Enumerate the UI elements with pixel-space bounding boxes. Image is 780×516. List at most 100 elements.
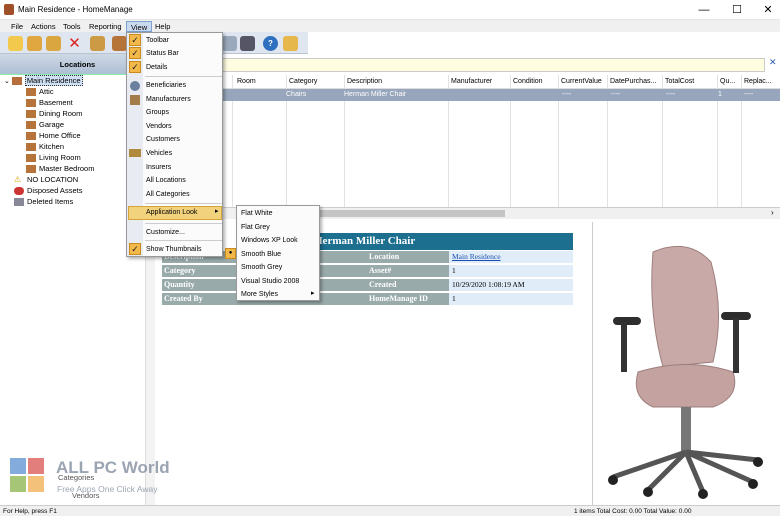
detail-title: Herman Miller Chair xyxy=(314,233,573,250)
title-bar: Main Residence - HomeManage — ☐ ✕ xyxy=(0,0,780,20)
view-all-categories[interactable]: All Categories xyxy=(146,188,222,201)
cell-date-purchased: ---- xyxy=(611,91,621,98)
factory-icon xyxy=(130,95,140,105)
check-icon: ✓ xyxy=(129,34,141,46)
view-groups[interactable]: Groups xyxy=(146,106,222,119)
menu-separator xyxy=(145,240,222,241)
column-date-purchased[interactable]: DatePurchas... xyxy=(610,78,656,85)
search-icon[interactable] xyxy=(46,36,61,51)
view-customers[interactable]: Customers xyxy=(146,133,222,146)
view-status-bar[interactable]: Status Bar xyxy=(146,47,222,60)
label-location: Location xyxy=(367,251,449,263)
cell-quantity: 1 xyxy=(718,91,722,98)
window-title: Main Residence - HomeManage xyxy=(18,5,133,14)
label-asset-number: Asset# xyxy=(367,265,449,277)
menu-file[interactable]: File xyxy=(7,21,27,32)
application-look-submenu: Flat White Flat Grey Windows XP Look ● S… xyxy=(225,205,320,301)
view-all-locations[interactable]: All Locations xyxy=(146,174,222,187)
menu-bar: File Actions Tools Reporting View Help xyxy=(0,20,780,32)
room-icon xyxy=(26,99,36,108)
room-icon xyxy=(26,121,36,130)
room-icon xyxy=(26,132,36,141)
minimize-button[interactable]: — xyxy=(690,2,718,18)
delete-icon[interactable]: ✕ xyxy=(67,36,82,51)
exit-icon[interactable] xyxy=(283,36,298,51)
view-vendors[interactable]: Vendors xyxy=(146,120,222,133)
view-manufacturers[interactable]: Manufacturers xyxy=(146,93,222,106)
column-current-value[interactable]: CurrentValue xyxy=(561,78,602,85)
help-icon[interactable]: ? xyxy=(263,36,278,51)
new-icon[interactable] xyxy=(8,36,23,51)
column-room[interactable]: Room xyxy=(237,78,256,85)
check-icon: ✓ xyxy=(129,61,141,73)
grid-header: Room Category Description Manufacturer C… xyxy=(155,75,780,89)
watermark: ALL PC World Free Apps One Click Away xyxy=(6,452,196,502)
watermark-logo-icon xyxy=(6,454,46,494)
room-icon xyxy=(26,154,36,163)
cell-current-value: ---- xyxy=(562,91,572,98)
maximize-button[interactable]: ☐ xyxy=(723,2,751,18)
disposed-icon xyxy=(14,187,24,196)
view-details[interactable]: Details xyxy=(146,61,222,74)
menu-view[interactable]: View xyxy=(126,21,153,32)
menu-reporting[interactable]: Reporting xyxy=(85,21,126,32)
look-more-styles[interactable]: More Styles xyxy=(241,288,278,301)
menu-tools[interactable]: Tools xyxy=(59,21,85,32)
view-beneficiaries[interactable]: Beneficiaries xyxy=(146,79,222,92)
filter-input[interactable] xyxy=(220,58,765,72)
look-smooth-blue[interactable]: Smooth Blue xyxy=(241,248,281,261)
watermark-tagline: Free Apps One Click Away xyxy=(57,484,158,494)
find-icon[interactable] xyxy=(27,36,42,51)
menu-help[interactable]: Help xyxy=(151,21,174,32)
view-show-thumbnails[interactable]: Show Thumbnails xyxy=(146,243,222,256)
column-quantity[interactable]: Qu... xyxy=(720,78,735,85)
cell-total-cost: ---- xyxy=(666,91,676,98)
view-menu: ✓ Toolbar ✓ Status Bar ✓ Details Benefic… xyxy=(126,32,223,257)
status-bar: For Help, press F1 1 items Total Cost: 0… xyxy=(0,505,780,516)
menu-actions[interactable]: Actions xyxy=(27,21,60,32)
column-replacement[interactable]: Replac... xyxy=(744,78,772,85)
look-windows-xp[interactable]: Windows XP Look xyxy=(241,234,298,247)
column-condition[interactable]: Condition xyxy=(513,78,543,85)
view-application-look[interactable]: Application Look xyxy=(146,206,222,219)
look-flat-white[interactable]: Flat White xyxy=(241,207,273,220)
room-icon xyxy=(26,165,36,174)
view-insurers[interactable]: Insurers xyxy=(146,161,222,174)
menu-separator xyxy=(145,203,222,204)
status-totals: 1 items Total Cost: 0.00 Total Value: 0.… xyxy=(574,508,692,515)
house-icon xyxy=(11,77,22,86)
table-icon[interactable] xyxy=(222,36,237,51)
warning-icon: ⚠ xyxy=(14,175,22,185)
close-button[interactable]: ✕ xyxy=(754,2,780,18)
view-toolbar[interactable]: Toolbar xyxy=(146,34,222,47)
radio-selected-icon: ● xyxy=(225,248,236,259)
check-icon: ✓ xyxy=(129,47,141,59)
chair-image xyxy=(593,230,780,505)
status-help-text: For Help, press F1 xyxy=(3,508,57,515)
box-icon[interactable] xyxy=(112,36,127,51)
scroll-right-icon[interactable]: › xyxy=(771,208,774,217)
look-visual-studio-2008[interactable]: Visual Studio 2008 xyxy=(241,275,299,288)
label-homemanage-id: HomeManage ID xyxy=(367,293,449,305)
look-flat-grey[interactable]: Flat Grey xyxy=(241,221,270,234)
camera-icon[interactable] xyxy=(240,36,255,51)
look-smooth-grey[interactable]: Smooth Grey xyxy=(241,261,282,274)
value-homemanage-id: 1 xyxy=(449,293,573,305)
clear-filter-icon[interactable]: ✕ xyxy=(769,57,777,68)
room-icon xyxy=(26,88,36,97)
user-icon[interactable] xyxy=(90,36,105,51)
view-vehicles[interactable]: Vehicles xyxy=(146,147,222,160)
value-location-link[interactable]: Main Residence xyxy=(449,251,573,263)
submenu-arrow-icon: ▸ xyxy=(311,290,315,297)
view-customize[interactable]: Customize... xyxy=(146,226,222,239)
cell-replacement: ---- xyxy=(744,91,754,98)
column-manufacturer[interactable]: Manufacturer xyxy=(451,78,492,85)
room-icon xyxy=(26,110,36,119)
column-category[interactable]: Category xyxy=(289,78,317,85)
app-icon xyxy=(4,4,14,15)
watermark-brand: ALL PC World xyxy=(56,458,170,477)
column-total-cost[interactable]: TotalCost xyxy=(665,78,694,85)
label-created: Created xyxy=(367,279,449,291)
room-icon xyxy=(26,143,36,152)
column-description[interactable]: Description xyxy=(347,78,382,85)
